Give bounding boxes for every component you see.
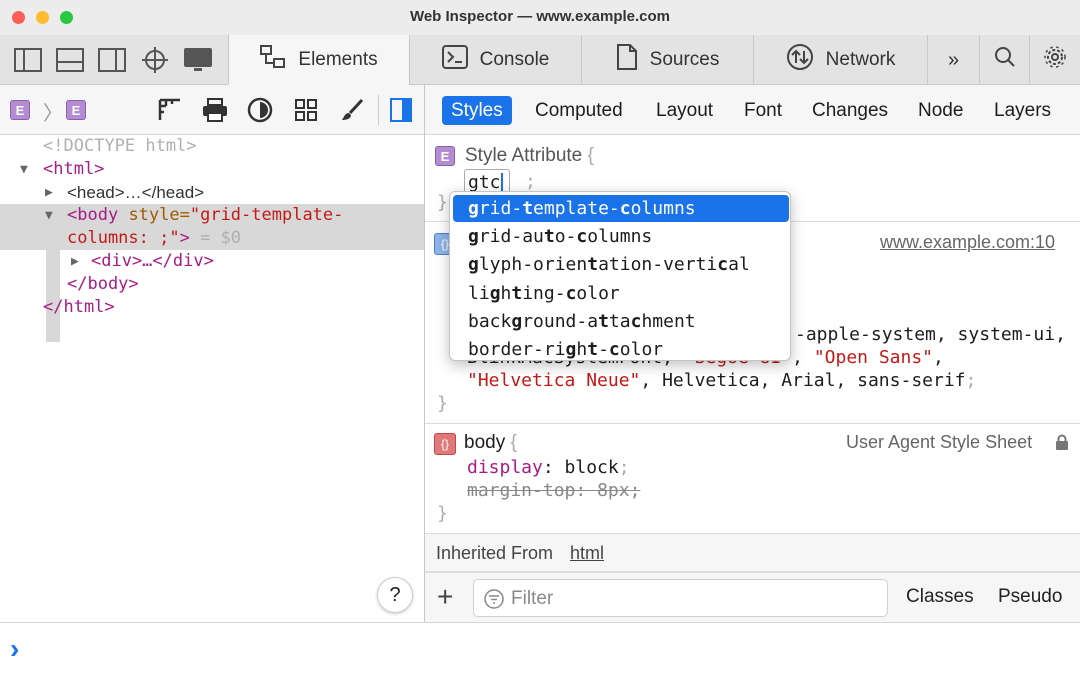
tab-styles[interactable]: Styles	[442, 96, 512, 125]
device-settings-icon[interactable]	[182, 44, 214, 76]
console-prompt-bar[interactable]: ›	[0, 622, 1080, 675]
autocomplete-suggestion[interactable]: grid-template-columns	[453, 195, 789, 222]
sources-icon	[616, 44, 638, 76]
inherited-label: Inherited From	[436, 543, 554, 563]
tab-computed[interactable]: Computed	[526, 96, 632, 125]
dom-body-node-cont: columns: ;"> = $0	[67, 228, 242, 248]
tab-font[interactable]: Font	[735, 96, 791, 125]
dock-left-icon[interactable]	[12, 44, 44, 76]
text-caret	[500, 173, 503, 193]
filter-input[interactable]: Filter	[473, 579, 888, 617]
style-semicolon: ;	[525, 171, 536, 192]
tab-label: Elements	[298, 48, 378, 70]
rule-selector: body {	[464, 432, 517, 453]
print-icon[interactable]	[202, 98, 228, 127]
network-icon	[786, 43, 814, 77]
title-bar: Web Inspector — www.example.com	[0, 0, 1080, 35]
style-close-brace: }	[437, 192, 448, 213]
layout-overlay-icon[interactable]	[158, 98, 182, 127]
search-button[interactable]	[979, 35, 1029, 85]
user-agent-source: User Agent Style Sheet	[846, 432, 1033, 452]
tab-layers[interactable]: Layers	[985, 96, 1060, 125]
tab-elements[interactable]: Elements	[228, 35, 409, 85]
help-button[interactable]: ?	[377, 577, 413, 613]
appearance-icon[interactable]	[247, 97, 273, 128]
filter-bar: + Filter Classes Pseudo	[425, 572, 1080, 622]
dom-body-end: </body>	[67, 274, 139, 294]
tab-label: Network	[825, 49, 896, 70]
tab-sources[interactable]: Sources	[581, 35, 753, 85]
inspector-tab-bar: Elements Console Sources Network »	[0, 35, 1080, 85]
rule-close-brace: }	[437, 503, 448, 524]
dom-head-node[interactable]: <head>…</head>	[67, 181, 204, 204]
grid-icon[interactable]	[294, 98, 318, 127]
lock-icon	[1055, 434, 1069, 456]
filter-placeholder: Filter	[511, 588, 554, 609]
tab-changes[interactable]: Changes	[803, 96, 897, 125]
autocomplete-suggestion[interactable]: lighting-color	[453, 280, 789, 307]
element-badge: E	[435, 146, 455, 166]
element-picker-icon[interactable]	[139, 44, 171, 76]
console-icon	[441, 45, 468, 75]
style-attribute-heading: Style Attribute {	[465, 145, 594, 166]
tab-node[interactable]: Node	[909, 96, 972, 125]
elements-icon	[260, 44, 286, 75]
tab-label: Console	[479, 49, 550, 70]
dom-html-end: </html>	[43, 297, 115, 317]
search-icon	[994, 46, 1016, 74]
tab-label: Sources	[649, 49, 720, 70]
dom-tree-panel: E 〉 E <!DOCTYPE html> ▼ <html> ▶ <head>……	[0, 85, 425, 622]
dom-html-node[interactable]: <html>	[43, 158, 104, 181]
more-tabs-button[interactable]: »	[927, 35, 979, 85]
dom-div-node[interactable]: <div>…</div>	[91, 250, 214, 273]
settings-button[interactable]	[1029, 35, 1080, 85]
breadcrumb-element-badge[interactable]: E	[10, 100, 30, 120]
inherited-header: Inherited From html	[425, 534, 1080, 572]
filter-icon	[484, 589, 504, 614]
autocomplete-suggestion[interactable]: background-attachment	[453, 308, 789, 335]
overridden-declaration: margin-top: 8px;	[467, 480, 641, 501]
inherited-link[interactable]: html	[570, 543, 604, 564]
stylesheet-source-link[interactable]: www.example.com:10	[880, 232, 1055, 253]
autocomplete-suggestion[interactable]: grid-auto-columns	[453, 223, 789, 250]
details-tab-bar: Styles Computed Layout Font Changes Node…	[425, 85, 1080, 135]
autocomplete-suggestion[interactable]: glyph-orientation-vertical	[453, 251, 789, 278]
breadcrumb-separator-icon: 〉	[43, 103, 63, 125]
dom-body-node[interactable]: <body style="grid-template-	[67, 204, 343, 227]
disclosure-closed-icon[interactable]: ▶	[71, 250, 79, 273]
dom-toolbar: E 〉 E	[0, 85, 424, 135]
paintbrush-icon[interactable]	[340, 98, 364, 127]
toolbar-divider	[378, 95, 379, 125]
toggle-details-sidebar-icon[interactable]	[389, 98, 413, 127]
disclosure-open-icon[interactable]: ▼	[45, 204, 53, 227]
disclosure-open-icon[interactable]: ▼	[20, 158, 28, 181]
autocomplete-suggestion[interactable]: border-right-color	[453, 336, 789, 360]
style-declaration: display: block;	[467, 457, 630, 478]
window-title: Web Inspector — www.example.com	[409, 8, 671, 25]
disclosure-closed-icon[interactable]: ▶	[45, 181, 53, 204]
dock-right-icon[interactable]	[96, 44, 128, 76]
tab-network[interactable]: Network	[753, 35, 927, 85]
classes-button[interactable]: Classes	[906, 586, 974, 608]
chevron-double-right-icon: »	[947, 48, 960, 71]
section-divider	[425, 423, 1080, 424]
dock-bottom-icon[interactable]	[54, 44, 86, 76]
tab-layout[interactable]: Layout	[647, 96, 722, 125]
font-family-line-c: "Helvetica Neue", Helvetica, Arial, sans…	[467, 370, 977, 391]
console-prompt-icon: ›	[10, 633, 20, 664]
rule-close-brace: }	[437, 393, 448, 414]
font-family-line-a: -apple-system, system-ui,	[795, 324, 1066, 345]
gear-icon	[1043, 45, 1067, 75]
autocomplete-popup: grid-template-columns grid-auto-columns gl…	[449, 191, 791, 361]
pseudo-button[interactable]: Pseudo	[998, 586, 1062, 608]
dom-doctype: <!DOCTYPE html>	[43, 136, 197, 156]
breadcrumb-element-badge[interactable]: E	[66, 100, 86, 120]
user-agent-rule-icon: {}	[434, 433, 456, 455]
tab-console[interactable]: Console	[409, 35, 581, 85]
add-rule-icon[interactable]: +	[437, 583, 453, 611]
